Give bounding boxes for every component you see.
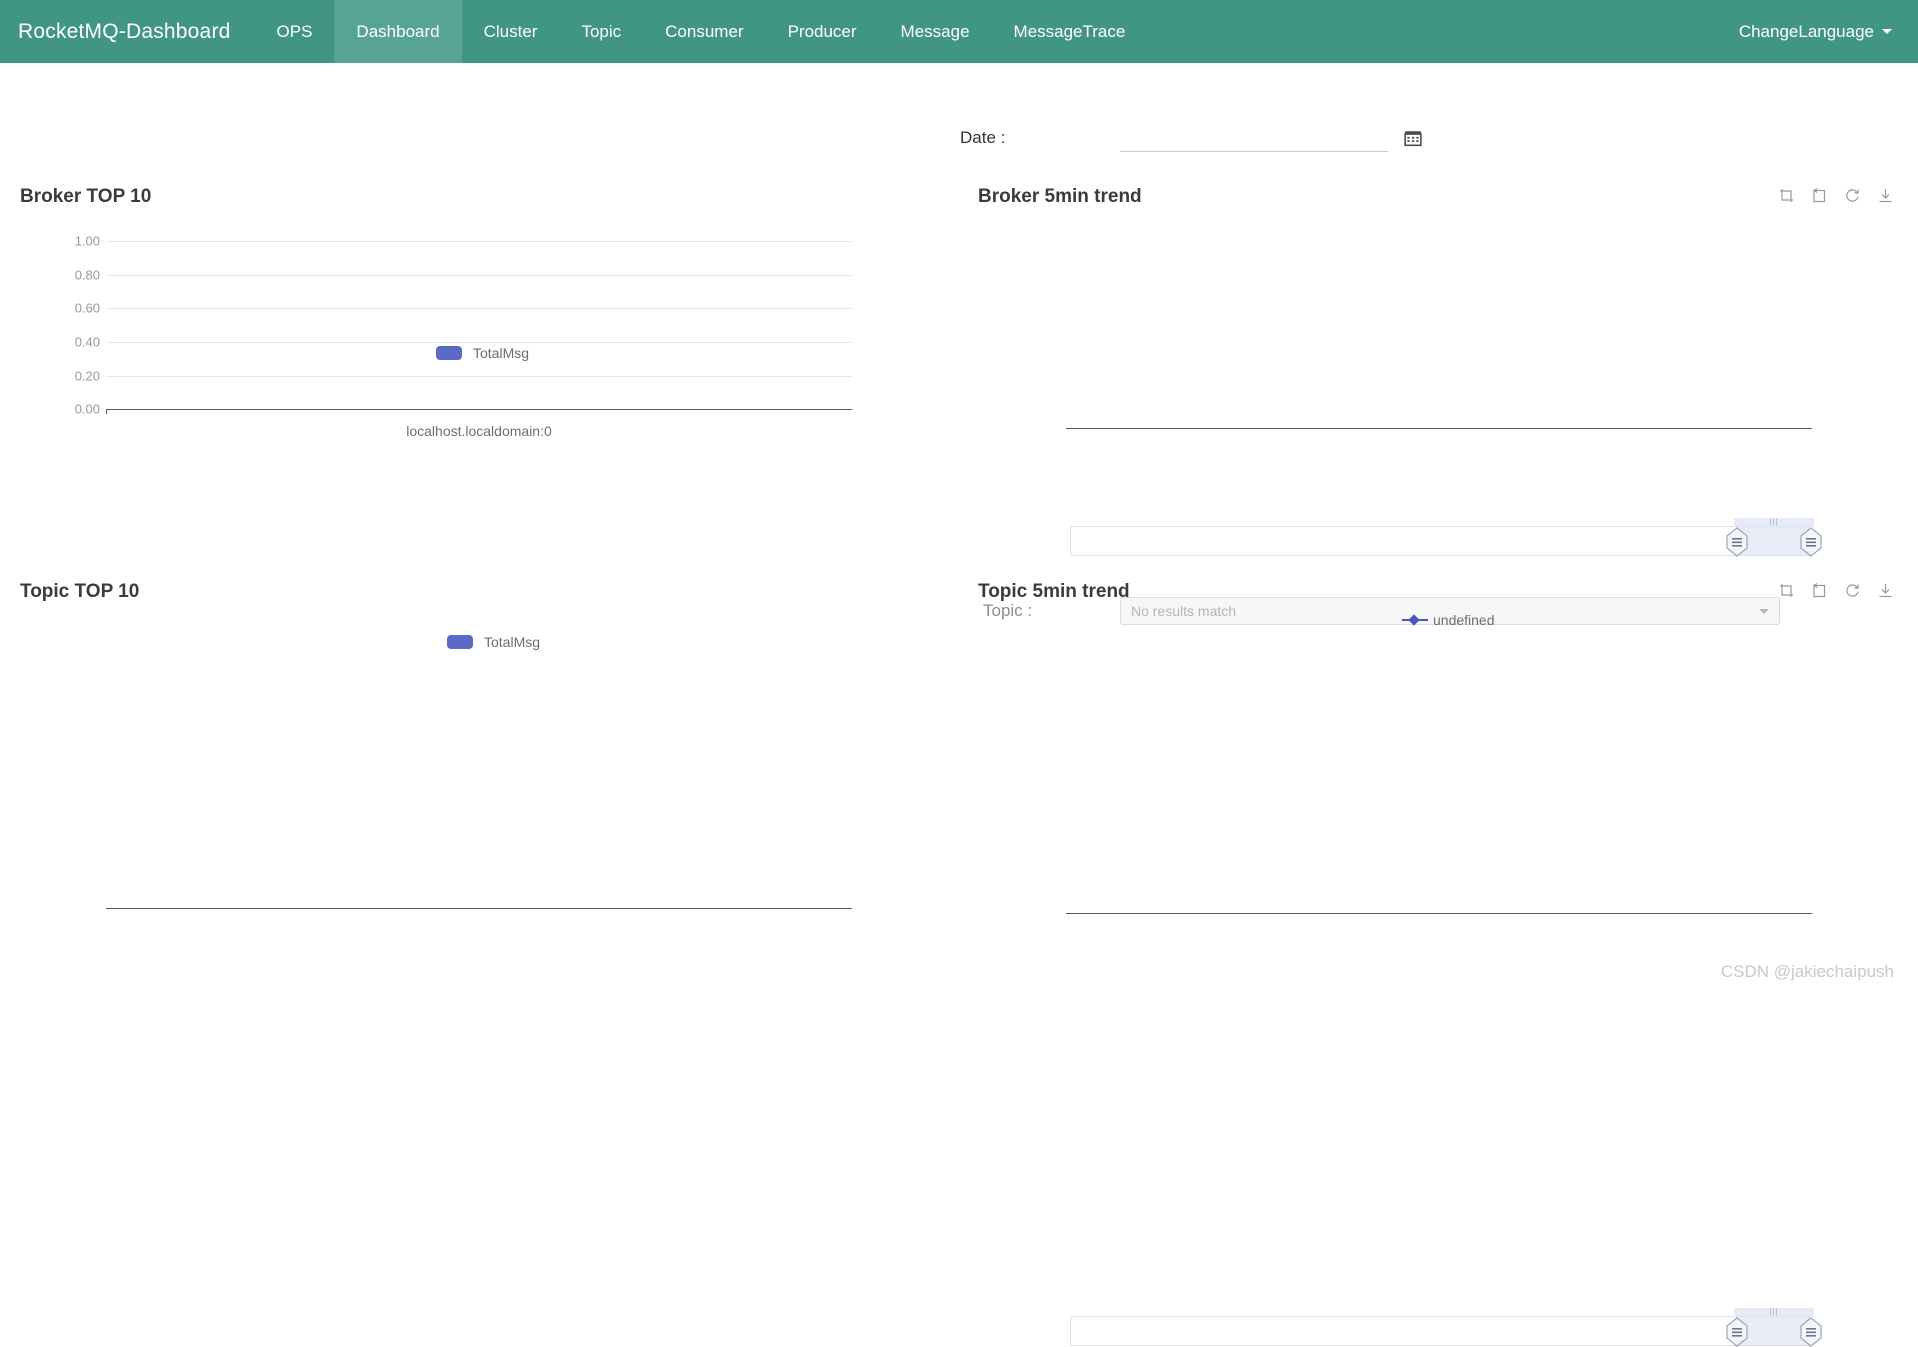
nav-item-message[interactable]: Message <box>879 0 992 63</box>
chart-topic-top-10[interactable] <box>0 663 900 913</box>
restore-icon[interactable] <box>1811 187 1828 204</box>
nav-item-ops[interactable]: OPS <box>255 0 335 63</box>
gridline-1_00 <box>106 241 852 242</box>
refresh-icon[interactable] <box>1844 187 1861 204</box>
data-zoom-icon[interactable] <box>1778 187 1795 204</box>
toolbox-topic-5min-trend <box>1778 582 1894 599</box>
y-axis-broker-top-10: 0.00 0.20 0.40 0.60 0.80 1.00 <box>40 234 100 473</box>
chart-broker-5min-trend[interactable] <box>960 213 1918 503</box>
nav-links: OPS Dashboard Cluster Topic Consumer Pro… <box>255 0 1148 63</box>
refresh-icon[interactable] <box>1844 582 1861 599</box>
panel-title-broker-5min-trend: Broker 5min trend <box>978 186 1142 207</box>
chart-broker-top-10[interactable]: 0.00 0.20 0.40 0.60 0.80 1.00 localhost.… <box>0 234 880 553</box>
calendar-icon[interactable] <box>1404 129 1422 147</box>
nav-item-messagetrace[interactable]: MessageTrace <box>992 0 1148 63</box>
y-tick-4: 0.80 <box>74 267 100 283</box>
panel-title-topic-top-10: Topic TOP 10 <box>20 581 140 602</box>
datazoom-handle-left[interactable] <box>1724 527 1750 557</box>
data-zoom-icon[interactable] <box>1778 582 1795 599</box>
gridline-0_60 <box>106 308 852 309</box>
y-tick-2: 0.40 <box>74 334 100 350</box>
datazoom-slider-topic[interactable]: ||| <box>1070 1308 1822 1347</box>
x-axis-line-broker-5min-trend <box>1066 428 1812 429</box>
panel-title-broker-top-10: Broker TOP 10 <box>20 186 152 207</box>
y-tick-5: 1.00 <box>74 233 100 249</box>
x-axis-tick <box>106 409 107 414</box>
nav-item-consumer[interactable]: Consumer <box>643 0 765 63</box>
datazoom-handle-right[interactable] <box>1798 1317 1824 1347</box>
change-language-dropdown[interactable]: ChangeLanguage <box>1739 22 1892 42</box>
x-axis-line-broker-top-10 <box>106 409 852 410</box>
nav-item-producer[interactable]: Producer <box>766 0 879 63</box>
brand-logo[interactable]: RocketMQ-Dashboard <box>0 0 255 63</box>
gridline-0_40 <box>106 342 852 343</box>
legend-label-undefined: undefined <box>1433 612 1495 628</box>
x-category-label-0: localhost.localdomain:0 <box>406 423 552 439</box>
date-input[interactable] <box>1120 124 1388 152</box>
x-axis-line-topic-top-10 <box>106 908 852 909</box>
legend-swatch-icon <box>447 635 473 649</box>
dashboard-page: Date : Broker TOP 10 TotalMsg 0.00 0.20 … <box>0 63 1918 1347</box>
y-tick-3: 0.60 <box>74 300 100 316</box>
nav-item-dashboard[interactable]: Dashboard <box>334 0 462 63</box>
nav-item-cluster[interactable]: Cluster <box>462 0 560 63</box>
chevron-down-icon <box>1882 29 1892 34</box>
change-language-label: ChangeLanguage <box>1738 21 1874 41</box>
legend-topic-5min-trend[interactable]: undefined <box>1402 612 1495 628</box>
legend-label-totalmsg: TotalMsg <box>484 634 541 650</box>
y-tick-1: 0.20 <box>74 368 100 384</box>
download-icon[interactable] <box>1877 582 1894 599</box>
datazoom-handle-right[interactable] <box>1798 527 1824 557</box>
navbar-right: ChangeLanguage <box>1739 0 1918 63</box>
restore-icon[interactable] <box>1811 582 1828 599</box>
datazoom-handle-left[interactable] <box>1724 1317 1750 1347</box>
legend-topic-top-10-group[interactable]: TotalMsg <box>447 634 540 650</box>
x-axis-line-topic-5min-trend <box>1066 913 1812 914</box>
download-icon[interactable] <box>1877 187 1894 204</box>
panel-broker-top-10: Broker TOP 10 TotalMsg 0.00 0.20 0.40 0.… <box>0 173 900 553</box>
line-marker-icon <box>1402 614 1428 626</box>
toolbox-broker-5min-trend <box>1778 187 1894 204</box>
watermark: CSDN @jakiechaipush <box>1720 962 1894 981</box>
date-label: Date : <box>960 128 1006 147</box>
panel-title-topic-5min-trend: Topic 5min trend <box>978 581 1130 602</box>
gridline-0_80 <box>106 275 852 276</box>
datazoom-slider-broker[interactable]: ||| <box>1070 518 1822 557</box>
panel-topic-5min-trend: Topic 5min trend undefined ||| <box>960 568 1918 1347</box>
nav-item-topic[interactable]: Topic <box>559 0 643 63</box>
gridline-0_20 <box>106 376 852 377</box>
chart-topic-5min-trend[interactable] <box>960 628 1918 928</box>
panel-broker-5min-trend: Broker 5min trend ||| Topic: No results… <box>960 173 1918 625</box>
date-filter-row: Date : <box>960 118 1460 158</box>
y-tick-0: 0.00 <box>74 401 100 417</box>
top-navbar: RocketMQ-Dashboard OPS Dashboard Cluster… <box>0 0 1918 63</box>
